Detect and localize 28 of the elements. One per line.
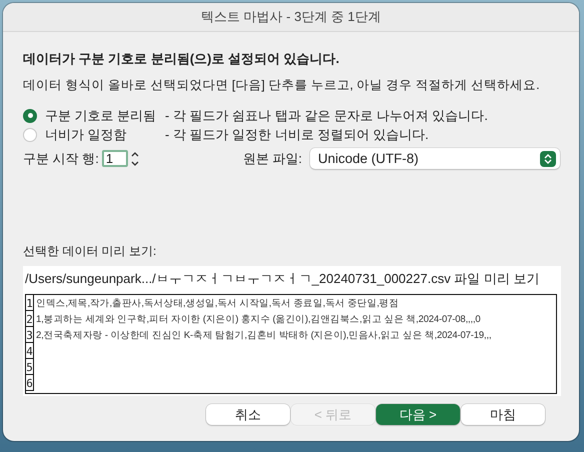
radio-button[interactable] <box>23 108 37 122</box>
heading: 데이터가 구분 기호로 분리됨(으)로 설정되어 있습니다. <box>23 50 340 68</box>
radio-button[interactable] <box>23 128 37 142</box>
file-origin-label: 원본 파일: <box>242 150 302 168</box>
start-row-field[interactable]: 1 <box>102 150 128 167</box>
dialog-button[interactable]: 마침 <box>461 404 545 425</box>
radio-label[interactable]: 구분 기호로 분리됨 <box>45 106 165 124</box>
start-row-label: 구분 시작 행: <box>23 150 99 168</box>
instructions: 데이터 형식이 올바로 선택되었다면 [다음] 단추를 누르고, 아닐 경우 적절하게 선택하세요. <box>23 77 541 94</box>
line-number: 3 <box>26 327 34 343</box>
preview-line: 1,붕괴하는 세계와 인구학,피터 자이한 (지은이) 홍지수 (옮긴이),김앤김북스,읽고 싶은 책,2024-07-08,,,,0 <box>35 312 480 326</box>
radio-label[interactable]: 너비가 일정함 <box>45 126 165 144</box>
preview-label: 선택한 데이터 미리 보기: <box>23 243 158 260</box>
dialog-button[interactable]: 취소 <box>206 404 290 425</box>
file-origin-dropdown[interactable]: Unicode (UTF-8) <box>310 148 560 169</box>
preview-path: /Users/sungeunpark.../ㅂㅜㄱㅈㅓㄱㅂㅜㄱㅈㅓㄱ_20240731_000227.csv 파일 미리 보기 <box>24 270 540 288</box>
window-title: 텍스트 마법사 - 3단계 중 1단계 <box>201 8 381 26</box>
next-button[interactable]: 다음 > <box>376 404 460 425</box>
option-description: - 각 필드가 쉼표나 탭과 같은 문자로 나누어져 있습니다. <box>165 106 488 124</box>
line-number: 2 <box>26 311 34 327</box>
line-number: 4 <box>26 343 34 359</box>
dropdown-icon <box>540 151 556 167</box>
line-number: 1 <box>26 295 34 311</box>
preview-line: 2,전국축제자랑 - 이상한데 진심인 K-축제 탐험기,김혼비 박태하 (지은이),민음사,읽고 싶은 책,2024-07-19,,, <box>35 328 492 342</box>
option-description: - 각 필드가 일정한 너비로 정렬되어 있습니다. <box>165 126 429 144</box>
line-number: 5 <box>26 359 34 375</box>
line-number: 6 <box>26 375 34 391</box>
preview-line: 인덱스,제목,작가,출판사,독서상태,생성일,독서 시작일,독서 종료일,독서 중단일,평점 <box>35 296 399 310</box>
